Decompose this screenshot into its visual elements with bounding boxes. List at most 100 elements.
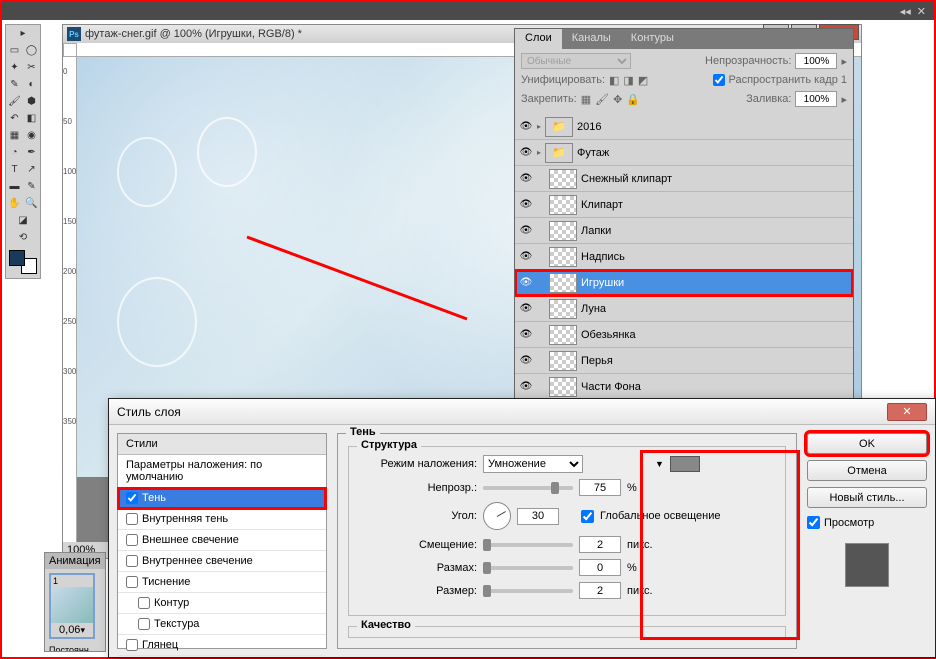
dropdown-icon[interactable]: ▸: [841, 93, 847, 106]
visibility-icon[interactable]: 👁: [519, 146, 533, 160]
style-checkbox[interactable]: [138, 597, 150, 609]
layer-row[interactable]: 👁Части Фона: [515, 374, 853, 400]
lock-pixels-icon[interactable]: 🖌: [595, 93, 609, 106]
dropdown-icon[interactable]: ▸: [841, 55, 847, 68]
hand-tool[interactable]: ✋: [6, 195, 23, 212]
visibility-icon[interactable]: 👁: [519, 224, 533, 238]
spread-input[interactable]: [579, 559, 621, 576]
layer-row[interactable]: 👁▸📁2016: [515, 114, 853, 140]
brush-tool[interactable]: 🖌: [6, 93, 23, 110]
style-item[interactable]: Контур: [118, 593, 326, 614]
cancel-button[interactable]: Отмена: [807, 460, 927, 481]
layer-row[interactable]: 👁Клипарт: [515, 192, 853, 218]
unify-icon[interactable]: ◧: [609, 74, 619, 87]
visibility-icon[interactable]: 👁: [519, 172, 533, 186]
dialog-titlebar[interactable]: Стиль слоя ✕: [109, 399, 935, 425]
shadow-opacity-input[interactable]: [579, 479, 621, 496]
visibility-icon[interactable]: 👁: [519, 276, 533, 290]
foreground-color[interactable]: [9, 250, 25, 266]
expand-icon[interactable]: ▸: [537, 148, 541, 157]
style-checkbox[interactable]: [126, 534, 138, 546]
collapse-icon[interactable]: ◂◂: [900, 5, 911, 18]
layer-row[interactable]: 👁Перья: [515, 348, 853, 374]
dialog-close-button[interactable]: ✕: [887, 403, 927, 421]
tab-channels[interactable]: Каналы: [562, 29, 621, 49]
close-icon[interactable]: ✕: [917, 5, 926, 18]
lock-transparency-icon[interactable]: ▦: [581, 93, 591, 106]
frame-delay[interactable]: 0,06▾: [51, 623, 93, 637]
dodge-tool[interactable]: ◔: [6, 144, 23, 161]
angle-input[interactable]: [517, 508, 559, 525]
move-tool[interactable]: ▸: [6, 25, 40, 42]
layer-row[interactable]: 👁Надпись: [515, 244, 853, 270]
pen-tool[interactable]: ✒: [23, 144, 40, 161]
visibility-icon[interactable]: 👁: [519, 198, 533, 212]
layer-row[interactable]: 👁▸📁Футаж: [515, 140, 853, 166]
shadow-blend-select[interactable]: Умножение: [483, 455, 583, 473]
blending-options-item[interactable]: Параметры наложения: по умолчанию: [118, 455, 326, 488]
dropdown-arrow-icon[interactable]: ▼: [655, 459, 664, 469]
visibility-icon[interactable]: 👁: [519, 328, 533, 342]
fill-input[interactable]: [795, 91, 837, 107]
tab-layers[interactable]: Слои: [515, 29, 562, 49]
style-checkbox[interactable]: [138, 618, 150, 630]
expand-icon[interactable]: ▸: [537, 122, 541, 131]
lock-all-icon[interactable]: 🔒: [626, 93, 640, 106]
unify-icon[interactable]: ◨: [623, 74, 633, 87]
loop-select[interactable]: Постоянн: [45, 643, 105, 652]
lasso-tool[interactable]: ◯: [23, 42, 40, 59]
style-item[interactable]: Тиснение: [118, 572, 326, 593]
shadow-color-swatch[interactable]: [670, 456, 700, 472]
layer-row[interactable]: 👁Обезьянка: [515, 322, 853, 348]
stamp-tool[interactable]: ⬢: [23, 93, 40, 110]
layer-row[interactable]: 👁Игрушки: [515, 270, 853, 296]
ok-button[interactable]: OK: [807, 433, 927, 454]
path-tool[interactable]: ↗: [23, 161, 40, 178]
spread-slider[interactable]: [483, 566, 573, 570]
visibility-icon[interactable]: 👁: [519, 380, 533, 394]
propagate-checkbox[interactable]: [713, 72, 725, 88]
style-checkbox[interactable]: [126, 492, 138, 504]
size-input[interactable]: [579, 582, 621, 599]
unify-icon[interactable]: ◩: [638, 74, 648, 87]
zoom-tool[interactable]: 🔍: [23, 195, 40, 212]
animation-frame[interactable]: 1 0,06▾: [49, 573, 95, 639]
style-checkbox[interactable]: [126, 576, 138, 588]
wand-tool[interactable]: ✦: [6, 59, 23, 76]
animation-tab[interactable]: Анимация: [45, 553, 105, 569]
angle-dial[interactable]: [483, 502, 511, 530]
global-light-checkbox[interactable]: [581, 510, 594, 523]
3d-tool[interactable]: ◪: [6, 212, 40, 229]
shape-tool[interactable]: ▬: [6, 178, 23, 195]
3d-rotate-tool[interactable]: ⟲: [6, 229, 40, 246]
style-item[interactable]: Внутреннее свечение: [118, 551, 326, 572]
lock-position-icon[interactable]: ✥: [613, 93, 622, 106]
gradient-tool[interactable]: ▦: [6, 127, 23, 144]
notes-tool[interactable]: ✎: [23, 178, 40, 195]
marquee-tool[interactable]: ▭: [6, 42, 23, 59]
type-tool[interactable]: T: [6, 161, 23, 178]
visibility-icon[interactable]: 👁: [519, 120, 533, 134]
visibility-icon[interactable]: 👁: [519, 250, 533, 264]
style-checkbox[interactable]: [126, 639, 138, 651]
eyedropper-tool[interactable]: ✎: [6, 76, 23, 93]
size-slider[interactable]: [483, 589, 573, 593]
style-checkbox[interactable]: [126, 555, 138, 567]
layer-row[interactable]: 👁Снежный клипарт: [515, 166, 853, 192]
opacity-input[interactable]: [795, 53, 837, 69]
styles-header[interactable]: Стили: [118, 434, 326, 455]
eraser-tool[interactable]: ◧: [23, 110, 40, 127]
style-item[interactable]: Глянец: [118, 635, 326, 656]
heal-tool[interactable]: ◐: [23, 76, 40, 93]
offset-slider[interactable]: [483, 543, 573, 547]
preview-checkbox[interactable]: [807, 516, 820, 529]
blur-tool[interactable]: ◉: [23, 127, 40, 144]
visibility-icon[interactable]: 👁: [519, 302, 533, 316]
blend-mode-select[interactable]: Обычные: [521, 53, 631, 69]
color-swatches[interactable]: [7, 248, 39, 276]
tab-paths[interactable]: Контуры: [621, 29, 684, 49]
style-item[interactable]: Текстура: [118, 614, 326, 635]
style-checkbox[interactable]: [126, 513, 138, 525]
style-item[interactable]: Тень: [118, 488, 326, 509]
new-style-button[interactable]: Новый стиль...: [807, 487, 927, 508]
